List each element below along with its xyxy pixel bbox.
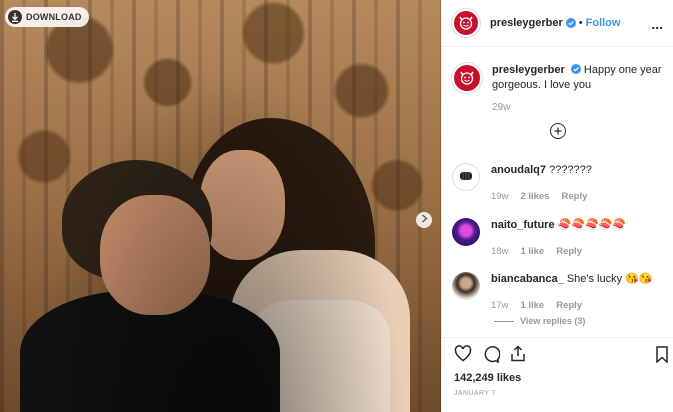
- post-actions: 142,249 likes JANUARY 7: [442, 337, 673, 397]
- comment-bubble-icon[interactable]: [482, 345, 501, 366]
- comment-text: She's lucky 😘😘: [566, 273, 653, 285]
- post-date[interactable]: JANUARY 7: [454, 390, 662, 397]
- post-header: presleygerber • Follow ...: [442, 0, 673, 47]
- load-more-comments[interactable]: [442, 123, 673, 139]
- photo-vignette: [0, 0, 441, 412]
- comment-meta: 17w 1 like Reply: [491, 299, 653, 313]
- devil-face-icon: [456, 12, 476, 35]
- separator-dot: •: [578, 17, 583, 29]
- caption-username[interactable]: presleygerber: [492, 64, 565, 76]
- comment-item: naito_future 🍣🍣🍣🍣🍣 18w 1 like Reply: [452, 218, 667, 259]
- download-button[interactable]: DOWNLOAD: [5, 7, 89, 27]
- author-username[interactable]: presleygerber: [490, 17, 563, 29]
- commenter-avatar[interactable]: [452, 218, 480, 246]
- comment-time[interactable]: 19w: [491, 190, 508, 204]
- action-icons-row: [454, 345, 668, 366]
- more-options-icon[interactable]: ...: [651, 16, 663, 32]
- heart-icon[interactable]: [454, 345, 472, 365]
- verified-badge-icon: [570, 64, 581, 74]
- caption-time-row: 29w: [442, 102, 673, 113]
- devil-face-icon: [457, 67, 477, 90]
- caption-body: presleygerber Happy one year gorgeous. I…: [492, 63, 663, 93]
- comment-meta: 18w 1 like Reply: [491, 245, 626, 259]
- comment-time[interactable]: 17w: [491, 299, 508, 313]
- like-count[interactable]: 142,249 likes: [454, 372, 662, 384]
- comment-item: anoudalq7 ??????? 19w 2 likes Reply: [452, 163, 667, 204]
- reply-button[interactable]: Reply: [562, 190, 588, 204]
- comment-text: ???????: [549, 164, 592, 176]
- post-side-panel: presleygerber • Follow ... presleygerber: [441, 0, 673, 412]
- header-user-line: presleygerber • Follow: [490, 17, 620, 29]
- reply-button[interactable]: Reply: [556, 299, 582, 313]
- view-replies-button[interactable]: View replies (3): [494, 316, 585, 326]
- post-photo[interactable]: DOWNLOAD: [0, 0, 441, 412]
- comment-likes[interactable]: 1 like: [520, 299, 544, 313]
- commenter-username[interactable]: naito_future: [491, 219, 555, 231]
- comment-item: biancabanca_ She's lucky 😘😘 17w 1 like R…: [452, 272, 667, 313]
- next-photo-button[interactable]: [416, 212, 432, 228]
- plus-circle-icon[interactable]: [549, 123, 566, 139]
- bookmark-icon[interactable]: [656, 346, 668, 366]
- author-avatar[interactable]: [452, 9, 480, 37]
- download-icon: [8, 10, 22, 24]
- verified-badge-icon: [565, 18, 576, 28]
- comment-meta: 19w 2 likes Reply: [491, 190, 592, 204]
- comment-text: 🍣🍣🍣🍣🍣: [557, 219, 627, 231]
- download-label: DOWNLOAD: [26, 12, 82, 22]
- commenter-avatar[interactable]: [452, 272, 480, 300]
- fist-icon: [457, 167, 475, 188]
- caption-timestamp[interactable]: 29w: [492, 102, 673, 113]
- comment-time[interactable]: 18w: [491, 245, 508, 259]
- view-replies-label: View replies (3): [520, 316, 586, 326]
- commenter-avatar[interactable]: [452, 163, 480, 191]
- commenter-username[interactable]: anoudalq7: [491, 164, 546, 176]
- caption-author-avatar[interactable]: [452, 63, 482, 93]
- share-icon[interactable]: [510, 345, 526, 365]
- commenter-username[interactable]: biancabanca_: [491, 273, 564, 285]
- comment-likes[interactable]: 2 likes: [520, 190, 549, 204]
- follow-button[interactable]: Follow: [586, 17, 621, 29]
- reply-button[interactable]: Reply: [556, 245, 582, 259]
- post-caption: presleygerber Happy one year gorgeous. I…: [442, 47, 673, 93]
- comment-likes[interactable]: 1 like: [520, 245, 544, 259]
- chevron-right-icon: [421, 214, 428, 226]
- replies-divider: [494, 320, 514, 322]
